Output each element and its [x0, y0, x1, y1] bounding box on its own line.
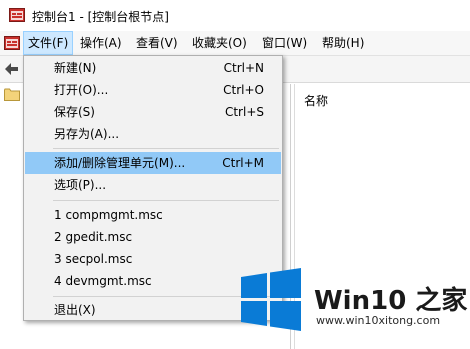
menu-window[interactable]: 窗口(W) — [262, 31, 307, 55]
menu-item-label: 1 compmgmt.msc — [54, 208, 163, 222]
menu-item-shortcut: Ctrl+S — [224, 105, 264, 119]
title-bar: 控制台1 - [控制台根节点] — [0, 0, 470, 32]
name-column-header[interactable]: 名称 — [304, 92, 328, 109]
menu-item-shortcut: Ctrl+O — [223, 83, 264, 97]
menu-item-save[interactable]: 保存(S) Ctrl+S — [25, 101, 281, 123]
menu-action[interactable]: 操作(A) — [80, 31, 122, 55]
watermark-brand: Win10 之家 — [314, 286, 468, 316]
menu-item-recent-3[interactable]: 3 secpol.msc — [25, 248, 281, 270]
menu-favorites[interactable]: 收藏夹(O) — [192, 31, 247, 55]
menu-item-save-as[interactable]: 另存为(A)... — [25, 123, 281, 145]
menu-separator — [53, 200, 279, 201]
mmc-console-icon — [9, 8, 25, 22]
menu-separator — [53, 148, 279, 149]
folder-icon — [4, 88, 20, 101]
menu-item-label: 打开(O)... — [54, 83, 109, 97]
menu-item-label: 2 gpedit.msc — [54, 230, 133, 244]
menu-item-recent-1[interactable]: 1 compmgmt.msc — [25, 204, 281, 226]
menu-item-shortcut: Ctrl+M — [222, 156, 264, 170]
window-title: 控制台1 - [控制台根节点] — [32, 10, 169, 24]
menu-item-label: 选项(P)... — [54, 178, 107, 192]
menu-bar: 文件(F) 操作(A) 查看(V) 收藏夹(O) 窗口(W) 帮助(H) — [0, 31, 470, 56]
menu-item-options[interactable]: 选项(P)... — [25, 174, 281, 196]
menu-item-recent-2[interactable]: 2 gpedit.msc — [25, 226, 281, 248]
menu-item-label: 4 devmgmt.msc — [54, 274, 152, 288]
menu-view[interactable]: 查看(V) — [136, 31, 178, 55]
menu-item-label: 3 secpol.msc — [54, 252, 133, 266]
menu-file-label: 文件(F) — [28, 36, 69, 50]
menu-file[interactable]: 文件(F) — [23, 31, 73, 55]
watermark-url: www.win10xitong.com — [316, 314, 441, 327]
menu-item-label: 新建(N) — [54, 61, 97, 75]
menu-item-label: 保存(S) — [54, 105, 95, 119]
back-arrow-icon[interactable] — [3, 62, 19, 76]
menu-item-new[interactable]: 新建(N) Ctrl+N — [25, 57, 281, 79]
menu-item-open[interactable]: 打开(O)... Ctrl+O — [25, 79, 281, 101]
menu-item-label: 添加/删除管理单元(M)... — [54, 156, 186, 170]
menu-item-shortcut: Ctrl+N — [223, 61, 264, 75]
windows-logo-icon — [241, 268, 301, 331]
menu-item-label: 退出(X) — [54, 303, 96, 317]
menu-item-label: 另存为(A)... — [54, 127, 120, 141]
menu-item-add-remove-snapin[interactable]: 添加/删除管理单元(M)... Ctrl+M — [25, 152, 281, 174]
mmc-system-menu-icon[interactable] — [4, 36, 20, 50]
menu-help[interactable]: 帮助(H) — [322, 31, 364, 55]
